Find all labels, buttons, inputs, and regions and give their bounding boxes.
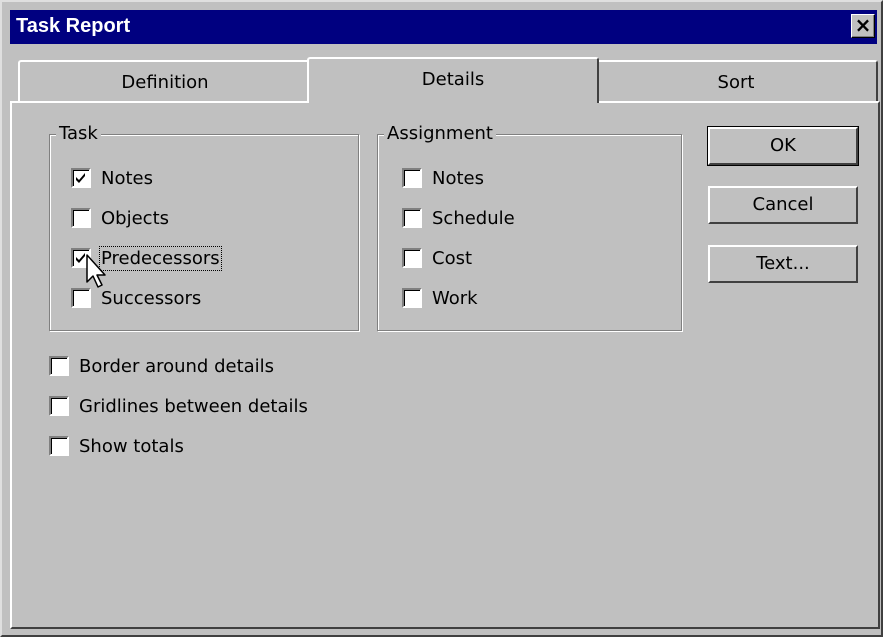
checkmark-icon — [76, 173, 85, 183]
checkbox[interactable] — [49, 356, 69, 376]
checkbox-label: Notes — [432, 167, 484, 189]
task-notes-checkbox[interactable]: Notes — [71, 165, 153, 191]
window-title: Task Report — [16, 15, 131, 37]
checkbox[interactable] — [402, 248, 422, 268]
tab-sort[interactable]: Sort — [594, 60, 878, 104]
assignment-notes-checkbox[interactable]: Notes — [402, 165, 484, 191]
assignment-group-label: Assignment — [384, 123, 496, 144]
tab-details-label: Details — [421, 69, 485, 90]
checkbox-label: Objects — [101, 207, 170, 229]
checkbox-label: Schedule — [432, 207, 515, 229]
gridlines-between-details-checkbox[interactable]: Gridlines between details — [49, 393, 308, 419]
assignment-work-checkbox[interactable]: Work — [402, 285, 478, 311]
checkbox-label: Predecessors — [99, 245, 222, 271]
text-button[interactable]: Text... — [708, 245, 858, 283]
checkbox[interactable] — [71, 248, 91, 268]
close-button[interactable]: × — [851, 14, 875, 38]
tab-details[interactable]: Details — [307, 57, 599, 103]
checkbox-label: Show totals — [79, 435, 184, 457]
task-successors-checkbox[interactable]: Successors — [71, 285, 201, 311]
checkbox-label: Successors — [101, 287, 202, 309]
details-panel: Task Notes Objects Predecessors Successo… — [10, 101, 880, 629]
checkbox-label: Border around details — [79, 355, 275, 377]
assignment-cost-checkbox[interactable]: Cost — [402, 245, 472, 271]
checkbox[interactable] — [49, 396, 69, 416]
border-around-details-checkbox[interactable]: Border around details — [49, 353, 274, 379]
assignment-schedule-checkbox[interactable]: Schedule — [402, 205, 515, 231]
checkbox-label: Notes — [101, 167, 153, 189]
checkmark-icon — [76, 253, 85, 263]
checkbox[interactable] — [49, 436, 69, 456]
task-objects-checkbox[interactable]: Objects — [71, 205, 169, 231]
checkbox-label: Gridlines between details — [79, 395, 308, 417]
checkbox[interactable] — [71, 168, 91, 188]
tab-definition[interactable]: Definition — [18, 60, 312, 104]
show-totals-checkbox[interactable]: Show totals — [49, 433, 184, 459]
checkbox[interactable] — [71, 288, 91, 308]
ok-button[interactable]: OK — [707, 126, 859, 166]
checkbox-label: Work — [432, 287, 478, 309]
title-bar[interactable]: Task Report × — [10, 10, 877, 44]
tab-sort-label: Sort — [717, 72, 755, 93]
checkbox[interactable] — [402, 288, 422, 308]
checkbox[interactable] — [402, 208, 422, 228]
cancel-button[interactable]: Cancel — [708, 186, 858, 224]
task-group-label: Task — [56, 123, 101, 144]
checkbox-label: Cost — [432, 247, 473, 269]
tab-definition-label: Definition — [121, 72, 209, 93]
close-icon: × — [854, 13, 872, 37]
checkbox[interactable] — [402, 168, 422, 188]
checkbox[interactable] — [71, 208, 91, 228]
task-report-dialog: Task Report × Definition Details Sort Ta… — [0, 0, 883, 637]
task-predecessors-checkbox[interactable]: Predecessors — [71, 245, 222, 271]
